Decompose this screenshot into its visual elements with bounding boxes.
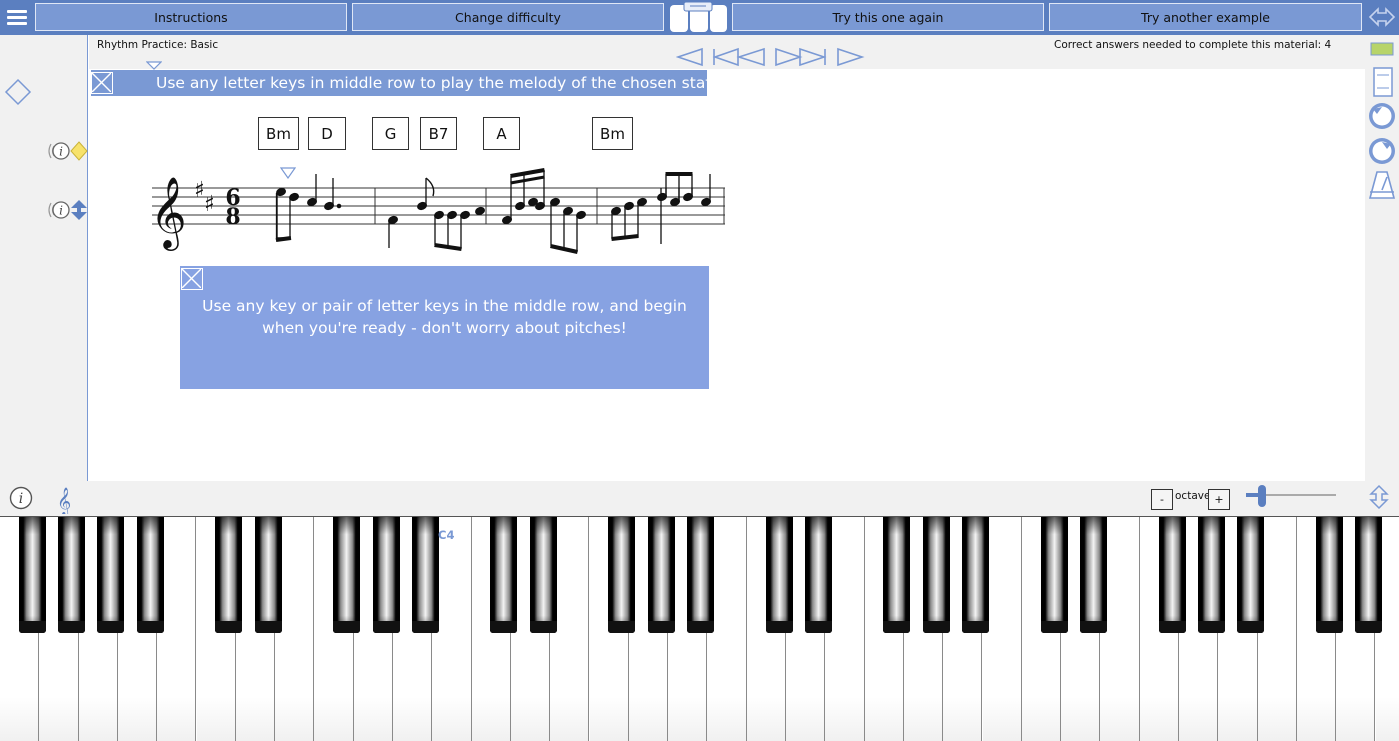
chord-symbol: Bm [258, 117, 299, 150]
close-hint-icon[interactable] [181, 268, 203, 290]
first-note-button[interactable] [712, 47, 765, 67]
black-key[interactable] [1315, 517, 1343, 633]
black-key[interactable] [215, 517, 243, 633]
next-note-button[interactable] [837, 47, 865, 67]
black-key[interactable] [136, 517, 164, 633]
svg-text:i: i [59, 204, 63, 218]
black-key[interactable] [490, 517, 518, 633]
black-key[interactable] [804, 517, 832, 633]
black-key[interactable] [1079, 517, 1107, 633]
black-key[interactable] [647, 517, 675, 633]
treble-clef-icon[interactable]: 𝄞 [56, 484, 76, 514]
change-difficulty-button[interactable]: Change difficulty [352, 3, 664, 31]
double-arrow-icon[interactable] [1367, 3, 1397, 31]
page-icon[interactable] [1372, 66, 1394, 98]
menu-icon-line [7, 22, 27, 25]
hint-text: Use any key or pair of letter keys in th… [202, 297, 687, 337]
black-key[interactable] [608, 517, 636, 633]
black-key[interactable] [254, 517, 282, 633]
black-key[interactable] [883, 517, 911, 633]
close-banner-icon[interactable] [91, 72, 113, 94]
black-key[interactable] [1355, 517, 1382, 633]
chord-symbol: D [308, 117, 346, 150]
svg-text:i: i [19, 491, 23, 507]
volume-slider[interactable] [1246, 485, 1338, 507]
black-key[interactable] [962, 517, 989, 633]
slider-thumb[interactable] [1258, 485, 1267, 507]
undo-icon[interactable] [1367, 101, 1397, 131]
info-icon[interactable]: i [9, 486, 33, 510]
layout-icon[interactable] [1369, 40, 1395, 58]
hint-box: Use any key or pair of letter keys in th… [180, 266, 709, 389]
chord-symbol: B7 [420, 117, 457, 150]
black-key[interactable] [19, 517, 46, 633]
try-another-button[interactable]: Try another example [1049, 3, 1362, 31]
black-key[interactable] [1040, 517, 1068, 633]
info-sound-icon[interactable]: i [46, 141, 70, 161]
info-sound-icon[interactable]: i [46, 200, 70, 220]
time-signature-bottom: 8 [225, 204, 240, 230]
yellow-diamond-icon[interactable] [70, 141, 88, 161]
prev-note-button[interactable] [676, 47, 703, 67]
black-key[interactable] [529, 517, 557, 633]
black-key[interactable] [686, 517, 714, 633]
black-key[interactable] [765, 517, 793, 633]
menu-icon-line [7, 10, 27, 13]
last-note-button[interactable] [775, 47, 827, 67]
black-key[interactable] [1197, 517, 1225, 633]
page-title: Rhythm Practice: Basic [97, 39, 219, 51]
black-key[interactable] [1237, 517, 1265, 633]
black-key[interactable] [58, 517, 86, 633]
up-down-arrow-icon[interactable] [70, 199, 88, 221]
chord-symbol: A [483, 117, 520, 150]
menu-icon-line [7, 16, 27, 19]
black-key[interactable] [1158, 517, 1186, 633]
diamond-icon[interactable] [4, 78, 32, 106]
instruction-banner: Use any letter keys in middle row to pla… [91, 70, 716, 96]
progress-text: Correct answers needed to complete this … [1054, 39, 1332, 51]
instructions-button[interactable]: Instructions [35, 3, 347, 31]
music-staff: 𝄞 ♯ ♯ 6 8 [150, 168, 725, 254]
middle-c-label: C4 [438, 528, 455, 542]
black-key[interactable] [333, 517, 361, 633]
staff-marker-icon [146, 61, 162, 70]
resize-vertical-icon[interactable] [1366, 484, 1392, 510]
redo-icon[interactable] [1367, 136, 1397, 166]
menu-button[interactable] [0, 0, 34, 35]
piano-keyboard [0, 516, 1399, 741]
black-key[interactable] [922, 517, 950, 633]
chord-symbol: Bm [592, 117, 633, 150]
score-area [89, 35, 1365, 481]
try-again-button[interactable]: Try this one again [732, 3, 1044, 31]
playback-controls [676, 47, 865, 67]
black-key[interactable] [372, 517, 400, 633]
octave-down-button[interactable]: - [1151, 489, 1173, 510]
app-root: Instructions Change difficulty Try this … [0, 0, 1399, 741]
sharp-sign: ♯ [204, 192, 215, 217]
piano-icon [670, 2, 727, 32]
banner-text: Use any letter keys in middle row to pla… [156, 74, 717, 92]
metronome-icon[interactable] [1368, 170, 1396, 200]
chord-symbol: G [372, 117, 409, 150]
piano-toggle-button[interactable] [670, 2, 728, 33]
treble-clef-icon: 𝄞 [150, 175, 187, 251]
octave-label: octave [1175, 490, 1211, 502]
svg-text:i: i [59, 145, 63, 159]
black-key[interactable] [97, 517, 125, 633]
octave-up-button[interactable]: + [1208, 489, 1230, 510]
black-key[interactable] [411, 517, 439, 633]
svg-text:𝄞: 𝄞 [57, 487, 71, 514]
